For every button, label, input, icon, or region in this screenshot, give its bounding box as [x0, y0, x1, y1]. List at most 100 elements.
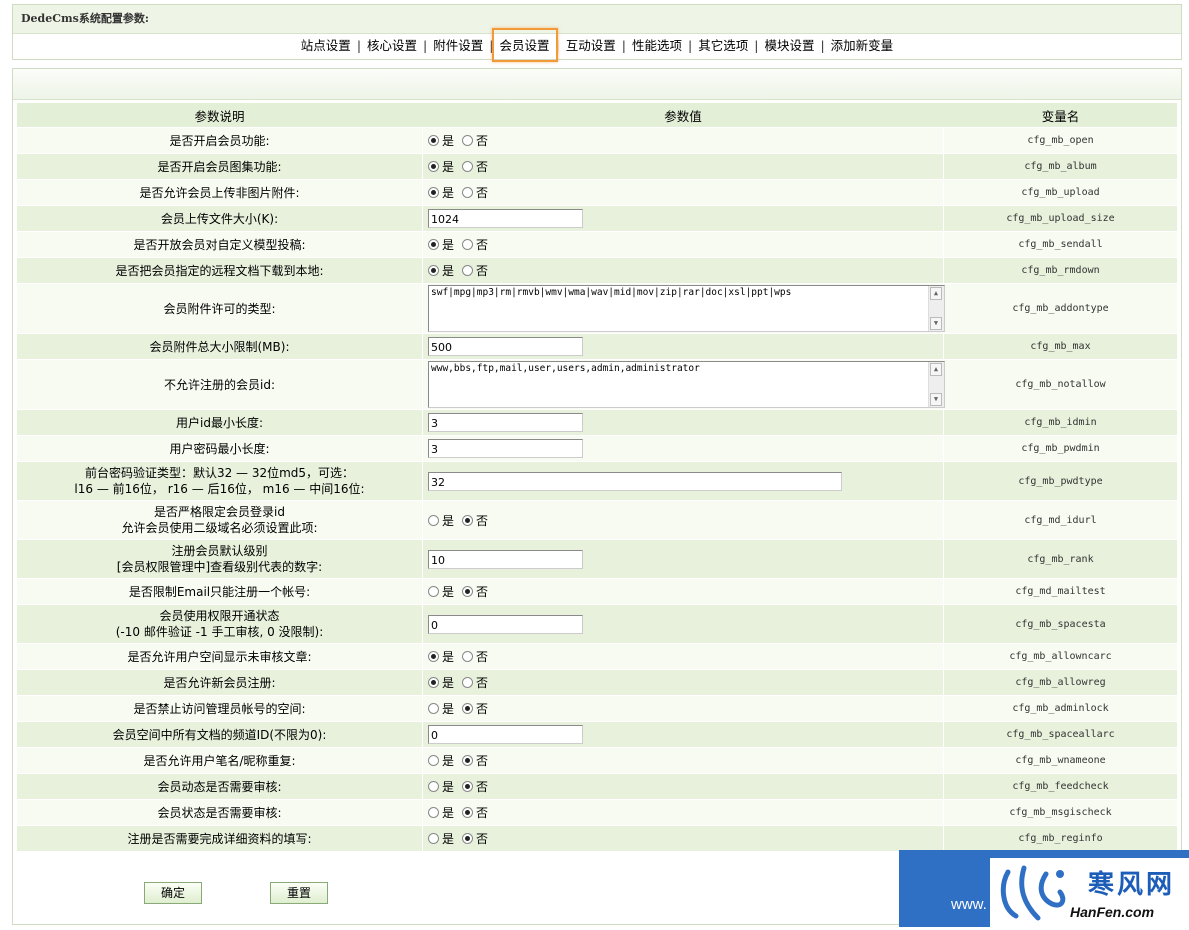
radio-button-icon[interactable] — [462, 135, 474, 146]
reset-button[interactable]: 重置 — [270, 882, 328, 904]
radio-button-icon[interactable] — [462, 187, 474, 198]
tab-5[interactable]: 性能选项 — [627, 34, 687, 58]
config-row: 前台密码验证类型：默认32 — 32位md5，可选： l16 — 前16位， r1… — [17, 462, 1177, 500]
radio-no[interactable]: 否 — [462, 648, 488, 665]
radio-yes[interactable]: 是 — [428, 583, 454, 600]
textarea-input[interactable]: swf|mpg|mp3|rm|rmvb|wmv|wma|wav|mid|mov|… — [428, 285, 945, 332]
radio-button-icon[interactable] — [428, 781, 439, 792]
text-input[interactable]: 3 — [428, 413, 583, 432]
radio-yes[interactable]: 是 — [428, 236, 454, 253]
row-description: 是否允许用户空间显示未审核文章: — [17, 644, 422, 669]
radio-no[interactable]: 否 — [462, 700, 488, 717]
row-description-line: 会员使用权限开通状态 — [159, 609, 280, 623]
radio-yes[interactable]: 是 — [428, 132, 454, 149]
text-input[interactable]: 0 — [428, 614, 583, 634]
text-input[interactable]: 10 — [428, 549, 583, 569]
radio-no[interactable]: 否 — [462, 184, 488, 201]
radio-no[interactable]: 否 — [462, 830, 488, 847]
scroll-down-icon[interactable]: ▼ — [930, 317, 942, 330]
radio-yes[interactable]: 是 — [428, 184, 454, 201]
radio-button-icon[interactable] — [428, 187, 439, 198]
text-input[interactable]: 0 — [428, 725, 583, 744]
row-value: 3 — [422, 410, 944, 435]
radio-no[interactable]: 否 — [462, 236, 488, 253]
radio-yes[interactable]: 是 — [428, 262, 454, 279]
radio-button-icon[interactable] — [462, 833, 474, 844]
radio-button-icon[interactable] — [462, 239, 474, 250]
textarea-scrollbar[interactable]: ▲ ▼ — [928, 362, 944, 407]
radio-label: 否 — [476, 780, 489, 794]
row-value: swf|mpg|mp3|rm|rmvb|wmv|wma|wav|mid|mov|… — [422, 284, 945, 333]
radio-button-icon[interactable] — [428, 239, 439, 250]
radio-button-icon[interactable] — [428, 807, 439, 818]
radio-no[interactable]: 否 — [462, 512, 488, 529]
tab-7[interactable]: 模块设置 — [759, 34, 819, 58]
radio-yes[interactable]: 是 — [428, 752, 454, 769]
radio-button-icon[interactable] — [428, 755, 439, 766]
radio-no[interactable]: 否 — [462, 752, 488, 769]
radio-button-icon[interactable] — [462, 703, 474, 714]
radio-button-icon[interactable] — [462, 514, 474, 526]
config-row: 用户密码最小长度: 3 cfg_mb_pwdmin — [17, 436, 1177, 461]
radio-yes[interactable]: 是 — [428, 512, 454, 529]
textarea-scrollbar[interactable]: ▲ ▼ — [928, 286, 944, 331]
row-description-line: 是否开放会员对自定义模型投稿: — [133, 237, 306, 252]
row-description: 会员附件总大小限制(MB): — [17, 334, 422, 359]
radio-no[interactable]: 否 — [462, 674, 488, 691]
text-input[interactable]: 500 — [428, 337, 583, 356]
radio-yes[interactable]: 是 — [428, 674, 454, 691]
radio-button-icon[interactable] — [428, 677, 439, 688]
radio-yes[interactable]: 是 — [428, 700, 454, 717]
row-description: 用户id最小长度: — [17, 410, 422, 435]
radio-no[interactable]: 否 — [462, 132, 488, 149]
radio-button-icon[interactable] — [462, 755, 474, 766]
tab-4[interactable]: 互动设置 — [561, 34, 621, 58]
tab-1[interactable]: 核心设置 — [362, 34, 422, 58]
radio-button-icon[interactable] — [462, 677, 474, 688]
radio-no[interactable]: 否 — [462, 158, 488, 175]
scroll-up-icon[interactable]: ▲ — [930, 363, 942, 376]
radio-button-icon[interactable] — [462, 807, 474, 818]
text-input[interactable]: 32 — [428, 471, 842, 491]
radio-button-icon[interactable] — [428, 651, 439, 662]
radio-yes[interactable]: 是 — [428, 158, 454, 175]
radio-button-icon[interactable] — [428, 833, 439, 844]
radio-no[interactable]: 否 — [462, 583, 488, 600]
text-input[interactable]: 3 — [428, 439, 583, 458]
radio-no[interactable]: 否 — [462, 804, 488, 821]
radio-button-icon[interactable] — [428, 161, 439, 172]
radio-button-icon[interactable] — [462, 161, 474, 172]
row-value: 是否 — [422, 696, 944, 721]
radio-yes[interactable]: 是 — [428, 804, 454, 821]
radio-yes[interactable]: 是 — [428, 778, 454, 795]
tab-6[interactable]: 其它选项 — [693, 34, 753, 58]
tab-2[interactable]: 附件设置 — [428, 34, 488, 58]
confirm-button[interactable]: 确定 — [144, 882, 202, 904]
radio-button-icon[interactable] — [428, 586, 439, 597]
config-row: 注册是否需要完成详细资料的填写: 是否 cfg_mb_reginfo — [17, 826, 1177, 851]
radio-yes[interactable]: 是 — [428, 830, 454, 847]
row-variable-name: cfg_mb_sendall — [944, 232, 1177, 257]
radio-button-icon[interactable] — [428, 514, 439, 526]
radio-button-icon[interactable] — [462, 586, 474, 597]
row-description-line: 会员动态是否需要审核: — [157, 779, 282, 794]
radio-button-icon[interactable] — [462, 651, 474, 662]
radio-button-icon[interactable] — [428, 135, 439, 146]
radio-button-icon[interactable] — [462, 781, 474, 792]
tab-8[interactable]: 添加新变量 — [826, 34, 899, 58]
radio-button-icon[interactable] — [428, 703, 439, 714]
radio-no[interactable]: 否 — [462, 262, 488, 279]
config-row: 是否允许用户笔名/昵称重复: 是否 cfg_mb_wnameone — [17, 748, 1177, 773]
scroll-up-icon[interactable]: ▲ — [930, 287, 942, 300]
radio-button-icon[interactable] — [462, 265, 474, 276]
radio-yes[interactable]: 是 — [428, 648, 454, 665]
text-input[interactable]: 1024 — [428, 209, 583, 228]
textarea-input[interactable]: www,bbs,ftp,mail,user,users,admin,admini… — [428, 361, 945, 408]
radio-no[interactable]: 否 — [462, 778, 488, 795]
scroll-down-icon[interactable]: ▼ — [930, 393, 942, 406]
tab-0[interactable]: 站点设置 — [296, 34, 356, 58]
radio-button-icon[interactable] — [428, 265, 439, 276]
row-value: 是否 — [422, 180, 944, 205]
config-row: 会员使用权限开通状态 (-10 邮件验证 -1 手工审核, 0 没限制): 0 cfg… — [17, 605, 1177, 643]
tab-3[interactable]: 会员设置 — [491, 28, 558, 62]
